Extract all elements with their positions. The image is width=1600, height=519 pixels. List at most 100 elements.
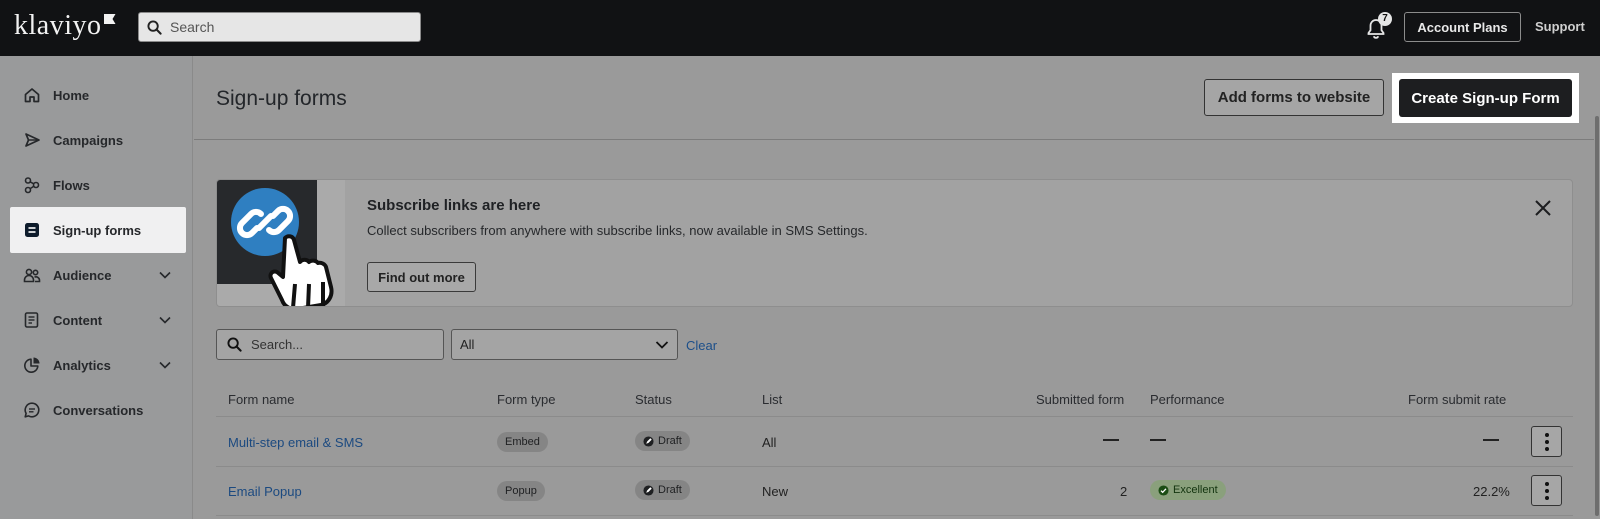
notification-badge: 7 xyxy=(1378,12,1392,26)
forms-search[interactable] xyxy=(216,329,444,360)
column-header-status[interactable]: Status xyxy=(635,392,672,407)
close-icon[interactable] xyxy=(1533,198,1553,218)
page-scrollbar[interactable] xyxy=(1594,56,1600,519)
forms-search-input[interactable] xyxy=(251,337,431,352)
draft-icon xyxy=(643,484,654,496)
search-icon xyxy=(227,337,242,352)
kebab-dot xyxy=(1544,488,1549,493)
status-badge: Draft xyxy=(635,480,690,500)
link-tap-illustration-icon xyxy=(217,180,334,306)
submit-rate: 22.2% xyxy=(1473,484,1510,499)
submitted-count: 2 xyxy=(1120,484,1128,499)
top-bar: klaviyo 7 Account Plans Support xyxy=(0,0,1600,56)
sidebar-item-analytics[interactable]: Analytics xyxy=(10,342,186,388)
row-actions-button[interactable] xyxy=(1531,475,1562,506)
flows-icon xyxy=(24,177,40,194)
sidebar-item-content[interactable]: Content xyxy=(10,297,186,343)
kebab-dot xyxy=(1544,439,1549,444)
global-search-input[interactable] xyxy=(170,19,410,35)
clear-filters-link[interactable]: Clear xyxy=(686,338,717,353)
performance-label: Excellent xyxy=(1173,484,1218,496)
select-value: All xyxy=(460,337,475,352)
column-header-form-submit-rate[interactable]: Form submit rate xyxy=(1408,392,1506,407)
content-icon xyxy=(24,312,39,328)
sidebar-item-label: Campaigns xyxy=(53,132,124,148)
sidebar-item-label: Home xyxy=(53,87,90,103)
draft-icon xyxy=(643,435,654,447)
support-link[interactable]: Support xyxy=(1535,19,1585,34)
create-sign-up-form-button[interactable]: Create Sign-up Form xyxy=(1399,79,1572,117)
performance-badge: Excellent xyxy=(1150,480,1226,500)
people-icon xyxy=(23,268,41,283)
sidebar-item-label: Conversations xyxy=(53,402,144,418)
notifications-button[interactable]: 7 xyxy=(1366,12,1392,40)
row-actions-button[interactable] xyxy=(1531,426,1562,457)
logo-text: klaviyo xyxy=(14,10,102,41)
submitted-empty-dash xyxy=(1103,439,1119,441)
search-icon xyxy=(147,19,162,35)
sidebar-item-conversations[interactable]: Conversations xyxy=(10,387,186,433)
sidebar-item-label: Analytics xyxy=(53,357,111,373)
status-badge: Draft xyxy=(635,431,690,451)
kebab-dot xyxy=(1544,481,1549,486)
scrollbar-thumb[interactable] xyxy=(1595,116,1599,516)
list-name: New xyxy=(762,484,789,499)
status-label: Draft xyxy=(658,484,682,496)
sidebar-item-campaigns[interactable]: Campaigns xyxy=(10,117,186,163)
kebab-dot xyxy=(1544,432,1549,437)
klaviyo-logo[interactable]: klaviyo xyxy=(14,10,116,42)
chat-icon xyxy=(24,402,40,418)
page-header: Sign-up forms Add forms to website Creat… xyxy=(194,56,1600,140)
form-icon xyxy=(25,223,39,237)
sidebar-item-home[interactable]: Home xyxy=(10,72,186,118)
send-icon xyxy=(25,133,40,147)
column-header-performance[interactable]: Performance xyxy=(1150,392,1224,407)
banner-title: Subscribe links are here xyxy=(367,197,541,214)
sidebar-item-label: Sign-up forms xyxy=(53,222,142,238)
account-plans-button[interactable]: Account Plans xyxy=(1404,12,1521,42)
banner-illustration xyxy=(217,180,345,306)
sidebar-item-sign-up-forms[interactable]: Sign-up forms xyxy=(10,207,186,253)
form-filter-select[interactable]: All xyxy=(451,329,678,360)
sidebar-item-label: Flows xyxy=(53,177,90,193)
form-name-link[interactable]: Multi-step email & SMS xyxy=(228,435,363,450)
list-name: All xyxy=(762,435,777,450)
table-divider xyxy=(216,515,1573,516)
banner-text: Collect subscribers from anywhere with s… xyxy=(367,223,868,238)
column-header-form-name[interactable]: Form name xyxy=(228,392,294,407)
performance-empty-dash xyxy=(1150,439,1166,441)
add-forms-to-website-button[interactable]: Add forms to website xyxy=(1204,79,1384,116)
column-header-form-type[interactable]: Form type xyxy=(497,392,556,407)
home-icon xyxy=(24,88,40,103)
sidebar-item-label: Content xyxy=(53,312,103,328)
sidebar-item-flows[interactable]: Flows xyxy=(10,162,186,208)
sidebar-item-audience[interactable]: Audience xyxy=(10,252,186,298)
sidebar-item-label: Audience xyxy=(53,267,112,283)
subscribe-links-banner: Subscribe links are here Collect subscri… xyxy=(216,179,1573,307)
table-divider xyxy=(216,466,1573,467)
column-header-list[interactable]: List xyxy=(762,392,782,407)
sidebar: Home Campaigns Flows Sign-up forms Audie… xyxy=(0,56,193,519)
create-button-highlight: Create Sign-up Form xyxy=(1392,73,1579,123)
kebab-dot xyxy=(1544,446,1549,451)
check-circle-icon xyxy=(1158,484,1169,496)
chevron-down-icon xyxy=(655,341,669,349)
pie-chart-icon xyxy=(24,357,40,373)
column-header-submitted-form[interactable]: Submitted form xyxy=(1036,392,1124,407)
form-type-label: Popup xyxy=(505,485,537,497)
form-type-label: Embed xyxy=(505,436,540,448)
chevron-down-icon xyxy=(159,271,171,279)
page-title: Sign-up forms xyxy=(216,87,347,110)
chevron-down-icon xyxy=(159,316,171,324)
kebab-dot xyxy=(1544,495,1549,500)
rate-empty-dash xyxy=(1483,439,1499,441)
form-type-badge: Popup xyxy=(497,481,545,501)
global-search[interactable] xyxy=(138,12,421,42)
form-type-badge: Embed xyxy=(497,432,548,452)
form-name-link[interactable]: Email Popup xyxy=(228,484,302,499)
logo-flag-icon xyxy=(103,14,116,24)
chevron-down-icon xyxy=(159,361,171,369)
find-out-more-button[interactable]: Find out more xyxy=(367,262,476,292)
status-label: Draft xyxy=(658,435,682,447)
table-divider xyxy=(216,416,1573,417)
